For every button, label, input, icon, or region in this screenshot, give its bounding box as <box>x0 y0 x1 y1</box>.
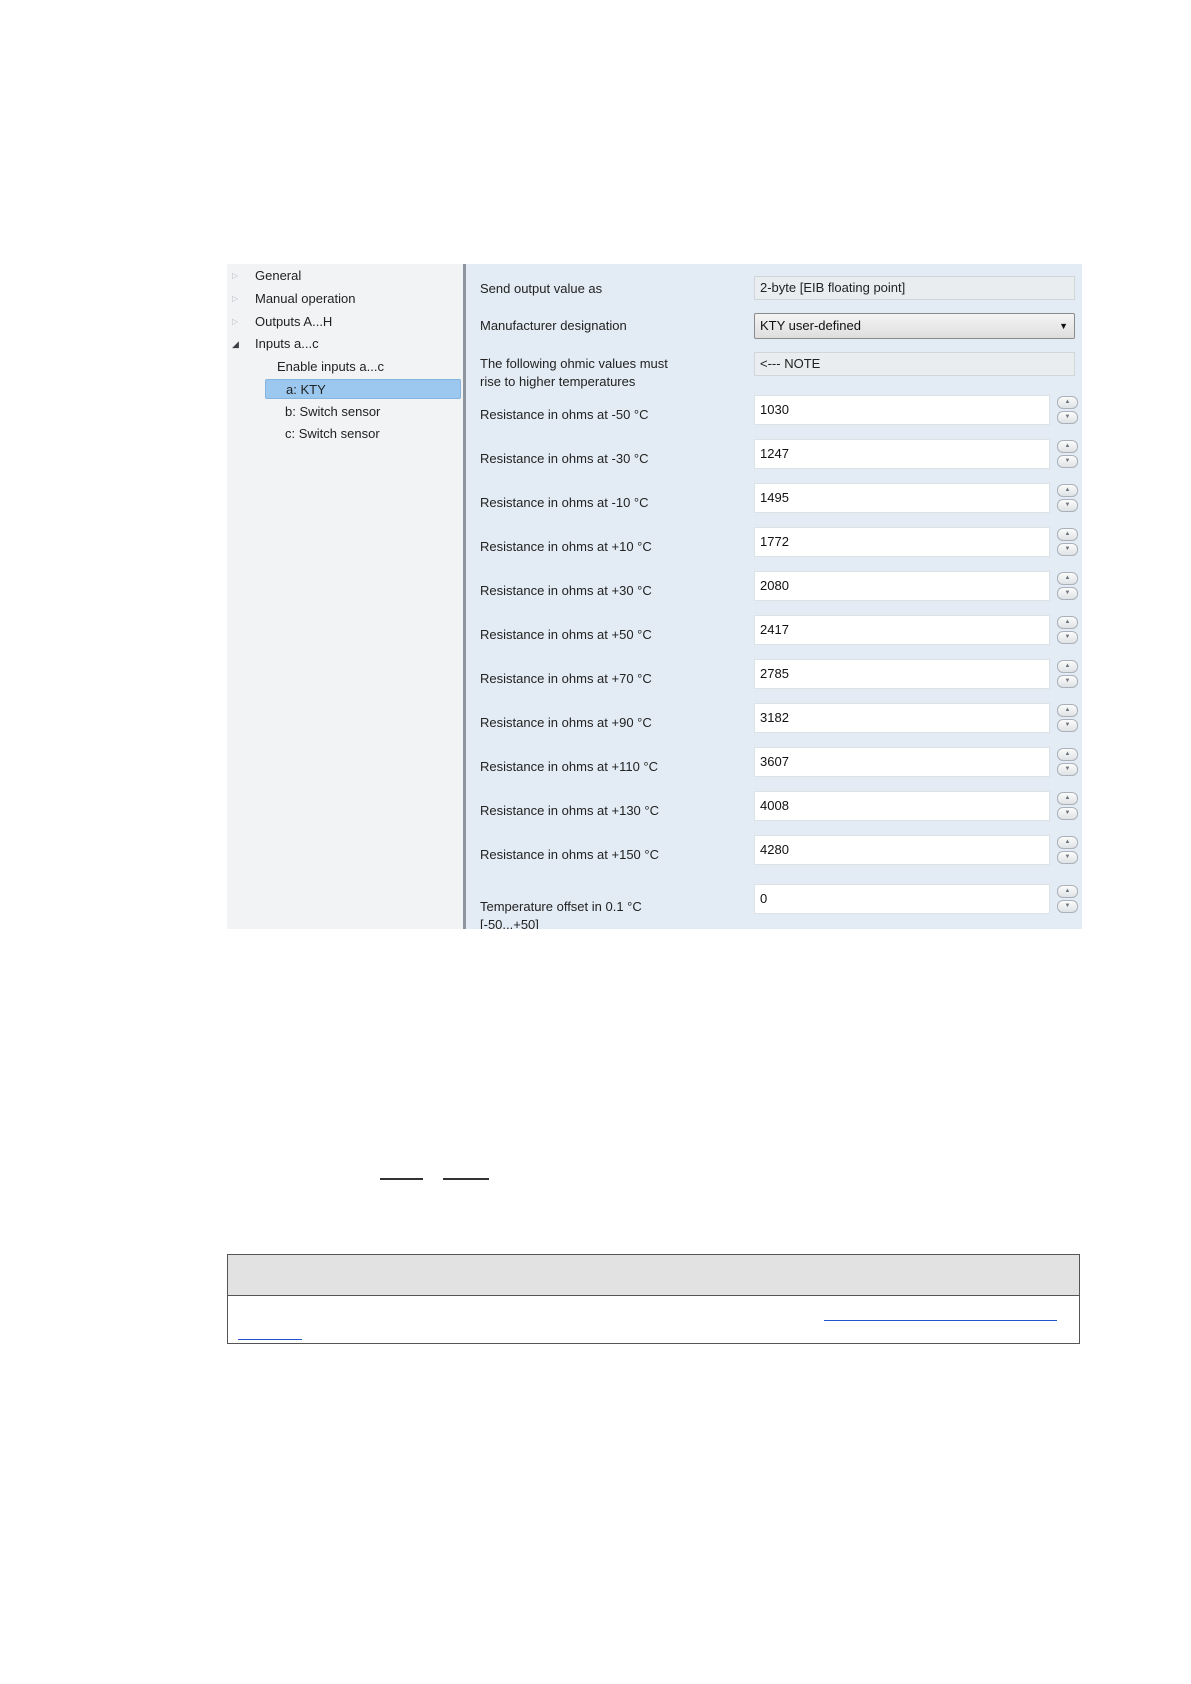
resistance-spinner: ▲ ▼ <box>1057 747 1078 777</box>
resistance-input[interactable]: 4008 <box>754 791 1050 821</box>
resistance-input[interactable]: 2785 <box>754 659 1050 689</box>
tree-item-b-switch-sensor[interactable]: b: Switch sensor <box>285 402 380 422</box>
tree-item-a-kty[interactable]: a: KTY <box>265 379 461 399</box>
tree-item-inputs-a-c[interactable]: ◢ Inputs a...c <box>232 334 319 354</box>
tree-item-label: Manual operation <box>255 291 356 306</box>
spin-down-icon[interactable]: ▼ <box>1057 851 1078 864</box>
tree-item-label: Inputs a...c <box>255 336 319 351</box>
tree-item-label: Enable inputs a...c <box>277 359 384 374</box>
resistance-input[interactable]: 2080 <box>754 571 1050 601</box>
resistance-label: Resistance in ohms at +150 °C <box>480 847 659 862</box>
tree-item-label: b: Switch sensor <box>285 404 381 419</box>
spin-up-icon[interactable]: ▲ <box>1057 660 1078 673</box>
offset-label-line2: [-50...+50] <box>480 917 539 929</box>
resistance-label: Resistance in ohms at +10 °C <box>480 539 652 554</box>
chevron-down-icon: ▼ <box>1059 321 1068 331</box>
tree-item-manual-operation[interactable]: ▷ Manual operation <box>232 289 356 309</box>
note-label-line1: The following ohmic values must <box>480 356 668 371</box>
send-output-value: 2-byte [EIB floating point] <box>754 276 1075 300</box>
navigation-tree: ▷ General ▷ Manual operation ▷ Outputs A...H ◢… <box>227 264 463 929</box>
resistance-input[interactable]: 1247 <box>754 439 1050 469</box>
resistance-input[interactable]: 4280 <box>754 835 1050 865</box>
tree-item-label: General <box>255 268 302 283</box>
spin-down-icon[interactable]: ▼ <box>1057 900 1078 913</box>
spin-up-icon[interactable]: ▲ <box>1057 616 1078 629</box>
resistance-input[interactable]: 3607 <box>754 747 1050 777</box>
tree-item-label: a: KTY <box>286 382 326 397</box>
tree-item-outputs-a-h[interactable]: ▷ Outputs A...H <box>232 312 333 332</box>
spin-up-icon[interactable]: ▲ <box>1057 528 1078 541</box>
resistance-input[interactable]: 1772 <box>754 527 1050 557</box>
tree-item-label: Outputs A...H <box>255 314 333 329</box>
tree-expand-icon[interactable]: ▷ <box>232 266 238 286</box>
resistance-input[interactable]: 1030 <box>754 395 1050 425</box>
resistance-spinner: ▲ ▼ <box>1057 527 1078 557</box>
spin-down-icon[interactable]: ▼ <box>1057 719 1078 732</box>
ets-parameter-window: ▷ General ▷ Manual operation ▷ Outputs A...H ◢… <box>227 264 1082 929</box>
tree-item-enable-inputs-a-c[interactable]: Enable inputs a...c <box>277 357 384 377</box>
tree-collapse-icon[interactable]: ◢ <box>232 334 239 354</box>
manufacturer-label: Manufacturer designation <box>480 318 627 333</box>
link-underline-2[interactable] <box>238 1339 302 1340</box>
spin-up-icon[interactable]: ▲ <box>1057 704 1078 717</box>
spin-down-icon[interactable]: ▼ <box>1057 807 1078 820</box>
resistance-input[interactable]: 3182 <box>754 703 1050 733</box>
resistance-spinner: ▲ ▼ <box>1057 659 1078 689</box>
spin-down-icon[interactable]: ▼ <box>1057 499 1078 512</box>
note-value: <--- NOTE <box>754 352 1075 376</box>
resistance-label: Resistance in ohms at -30 °C <box>480 451 649 466</box>
resistance-label: Resistance in ohms at -50 °C <box>480 407 649 422</box>
spin-up-icon[interactable]: ▲ <box>1057 885 1078 898</box>
spin-up-icon[interactable]: ▲ <box>1057 572 1078 585</box>
resistance-spinner: ▲ ▼ <box>1057 703 1078 733</box>
spin-up-icon[interactable]: ▲ <box>1057 792 1078 805</box>
resistance-spinner: ▲ ▼ <box>1057 791 1078 821</box>
offset-input[interactable]: 0 <box>754 884 1050 914</box>
spin-down-icon[interactable]: ▼ <box>1057 631 1078 644</box>
spin-up-icon[interactable]: ▲ <box>1057 396 1078 409</box>
spin-up-icon[interactable]: ▲ <box>1057 836 1078 849</box>
resistance-input[interactable]: 2417 <box>754 615 1050 645</box>
manufacturer-select[interactable]: KTY user-defined ▼ <box>754 313 1075 339</box>
resistance-label: Resistance in ohms at +30 °C <box>480 583 652 598</box>
resistance-label: Resistance in ohms at -10 °C <box>480 495 649 510</box>
tree-expand-icon[interactable]: ▷ <box>232 312 238 332</box>
offset-spinner: ▲ ▼ <box>1057 884 1078 914</box>
note-table-header <box>228 1255 1079 1296</box>
spin-down-icon[interactable]: ▼ <box>1057 763 1078 776</box>
spin-down-icon[interactable]: ▼ <box>1057 543 1078 556</box>
send-output-label: Send output value as <box>480 281 603 296</box>
resistance-spinner: ▲ ▼ <box>1057 395 1078 425</box>
spin-down-icon[interactable]: ▼ <box>1057 455 1078 468</box>
tree-item-label: c: Switch sensor <box>285 426 380 441</box>
spin-down-icon[interactable]: ▼ <box>1057 675 1078 688</box>
manufacturer-value: KTY user-defined <box>760 318 861 333</box>
resistance-spinner: ▲ ▼ <box>1057 835 1078 865</box>
parameter-panel: Send output value as 2-byte [EIB floatin… <box>466 264 1082 929</box>
resistance-spinner: ▲ ▼ <box>1057 483 1078 513</box>
resistance-input[interactable]: 1495 <box>754 483 1050 513</box>
resistance-spinner: ▲ ▼ <box>1057 615 1078 645</box>
note-table <box>227 1254 1080 1344</box>
spin-up-icon[interactable]: ▲ <box>1057 748 1078 761</box>
underline-rule-1 <box>380 1178 423 1180</box>
spin-up-icon[interactable]: ▲ <box>1057 484 1078 497</box>
resistance-label: Resistance in ohms at +130 °C <box>480 803 659 818</box>
underline-rule-2 <box>443 1178 489 1180</box>
tree-expand-icon[interactable]: ▷ <box>232 289 238 309</box>
link-underline-1[interactable] <box>824 1320 1057 1321</box>
spin-down-icon[interactable]: ▼ <box>1057 411 1078 424</box>
resistance-spinner: ▲ ▼ <box>1057 439 1078 469</box>
spin-down-icon[interactable]: ▼ <box>1057 587 1078 600</box>
note-label-line2: rise to higher temperatures <box>480 374 636 389</box>
offset-label-line1: Temperature offset in 0.1 °C <box>480 899 642 914</box>
tree-item-c-switch-sensor[interactable]: c: Switch sensor <box>285 424 380 444</box>
resistance-label: Resistance in ohms at +90 °C <box>480 715 652 730</box>
resistance-label: Resistance in ohms at +50 °C <box>480 627 652 642</box>
resistance-label: Resistance in ohms at +110 °C <box>480 759 659 774</box>
spin-up-icon[interactable]: ▲ <box>1057 440 1078 453</box>
resistance-spinner: ▲ ▼ <box>1057 571 1078 601</box>
resistance-label: Resistance in ohms at +70 °C <box>480 671 652 686</box>
tree-item-general[interactable]: ▷ General <box>232 266 302 286</box>
